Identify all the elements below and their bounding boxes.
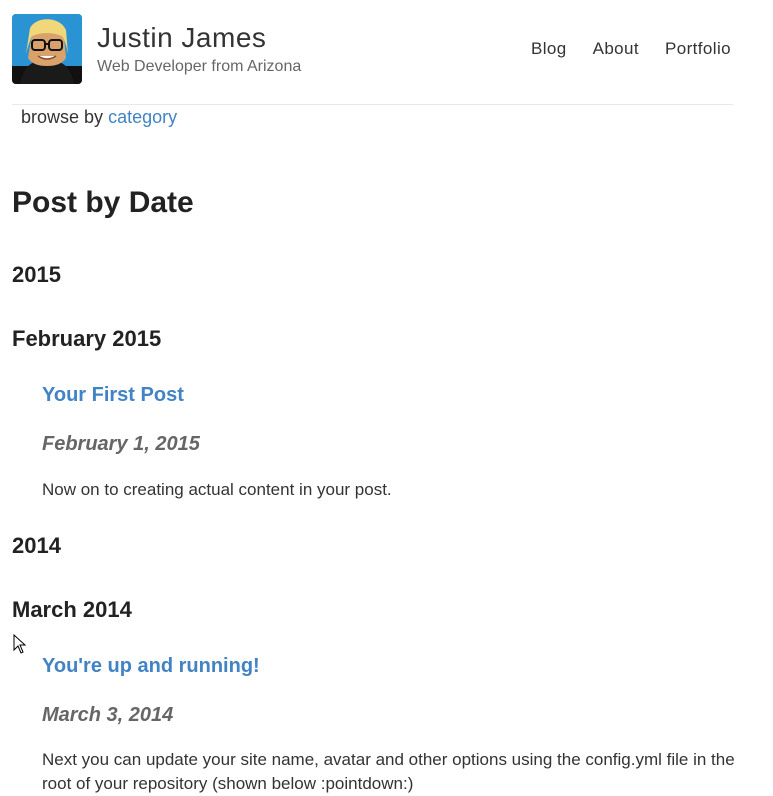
post-excerpt: Next you can update your site name, avat…	[42, 750, 735, 793]
nav-about-link[interactable]: About	[593, 39, 639, 59]
site-header: Justin James Web Developer from Arizona …	[12, 14, 733, 104]
month-heading: March 2014	[12, 597, 132, 622]
avatar[interactable]	[12, 14, 82, 84]
post-date: February 1, 2015	[42, 433, 200, 455]
post-excerpt: Now on to creating actual content in you…	[42, 480, 392, 499]
main-nav: Blog About Portfolio	[531, 39, 731, 59]
month-heading: February 2015	[12, 326, 162, 351]
nav-blog-link[interactable]: Blog	[531, 39, 567, 59]
post-title-link[interactable]: Your First Post	[42, 384, 184, 407]
year-heading: 2015	[12, 262, 61, 287]
post-title-link[interactable]: You're up and running!	[42, 655, 260, 678]
site-title[interactable]: Justin James	[97, 22, 266, 54]
header-divider	[12, 104, 733, 105]
site-tagline: Web Developer from Arizona	[97, 58, 302, 75]
page-title: Post by Date	[12, 186, 194, 219]
browse-prefix: browse by	[21, 107, 104, 127]
category-link[interactable]: category	[108, 107, 177, 127]
post-date: March 3, 2014	[42, 704, 174, 726]
nav-portfolio-link[interactable]: Portfolio	[665, 39, 731, 59]
avatar-photo-icon	[12, 14, 82, 84]
mouse-pointer-icon	[13, 634, 27, 654]
browse-by-category: browse by category	[21, 107, 177, 128]
year-heading: 2014	[12, 533, 61, 558]
